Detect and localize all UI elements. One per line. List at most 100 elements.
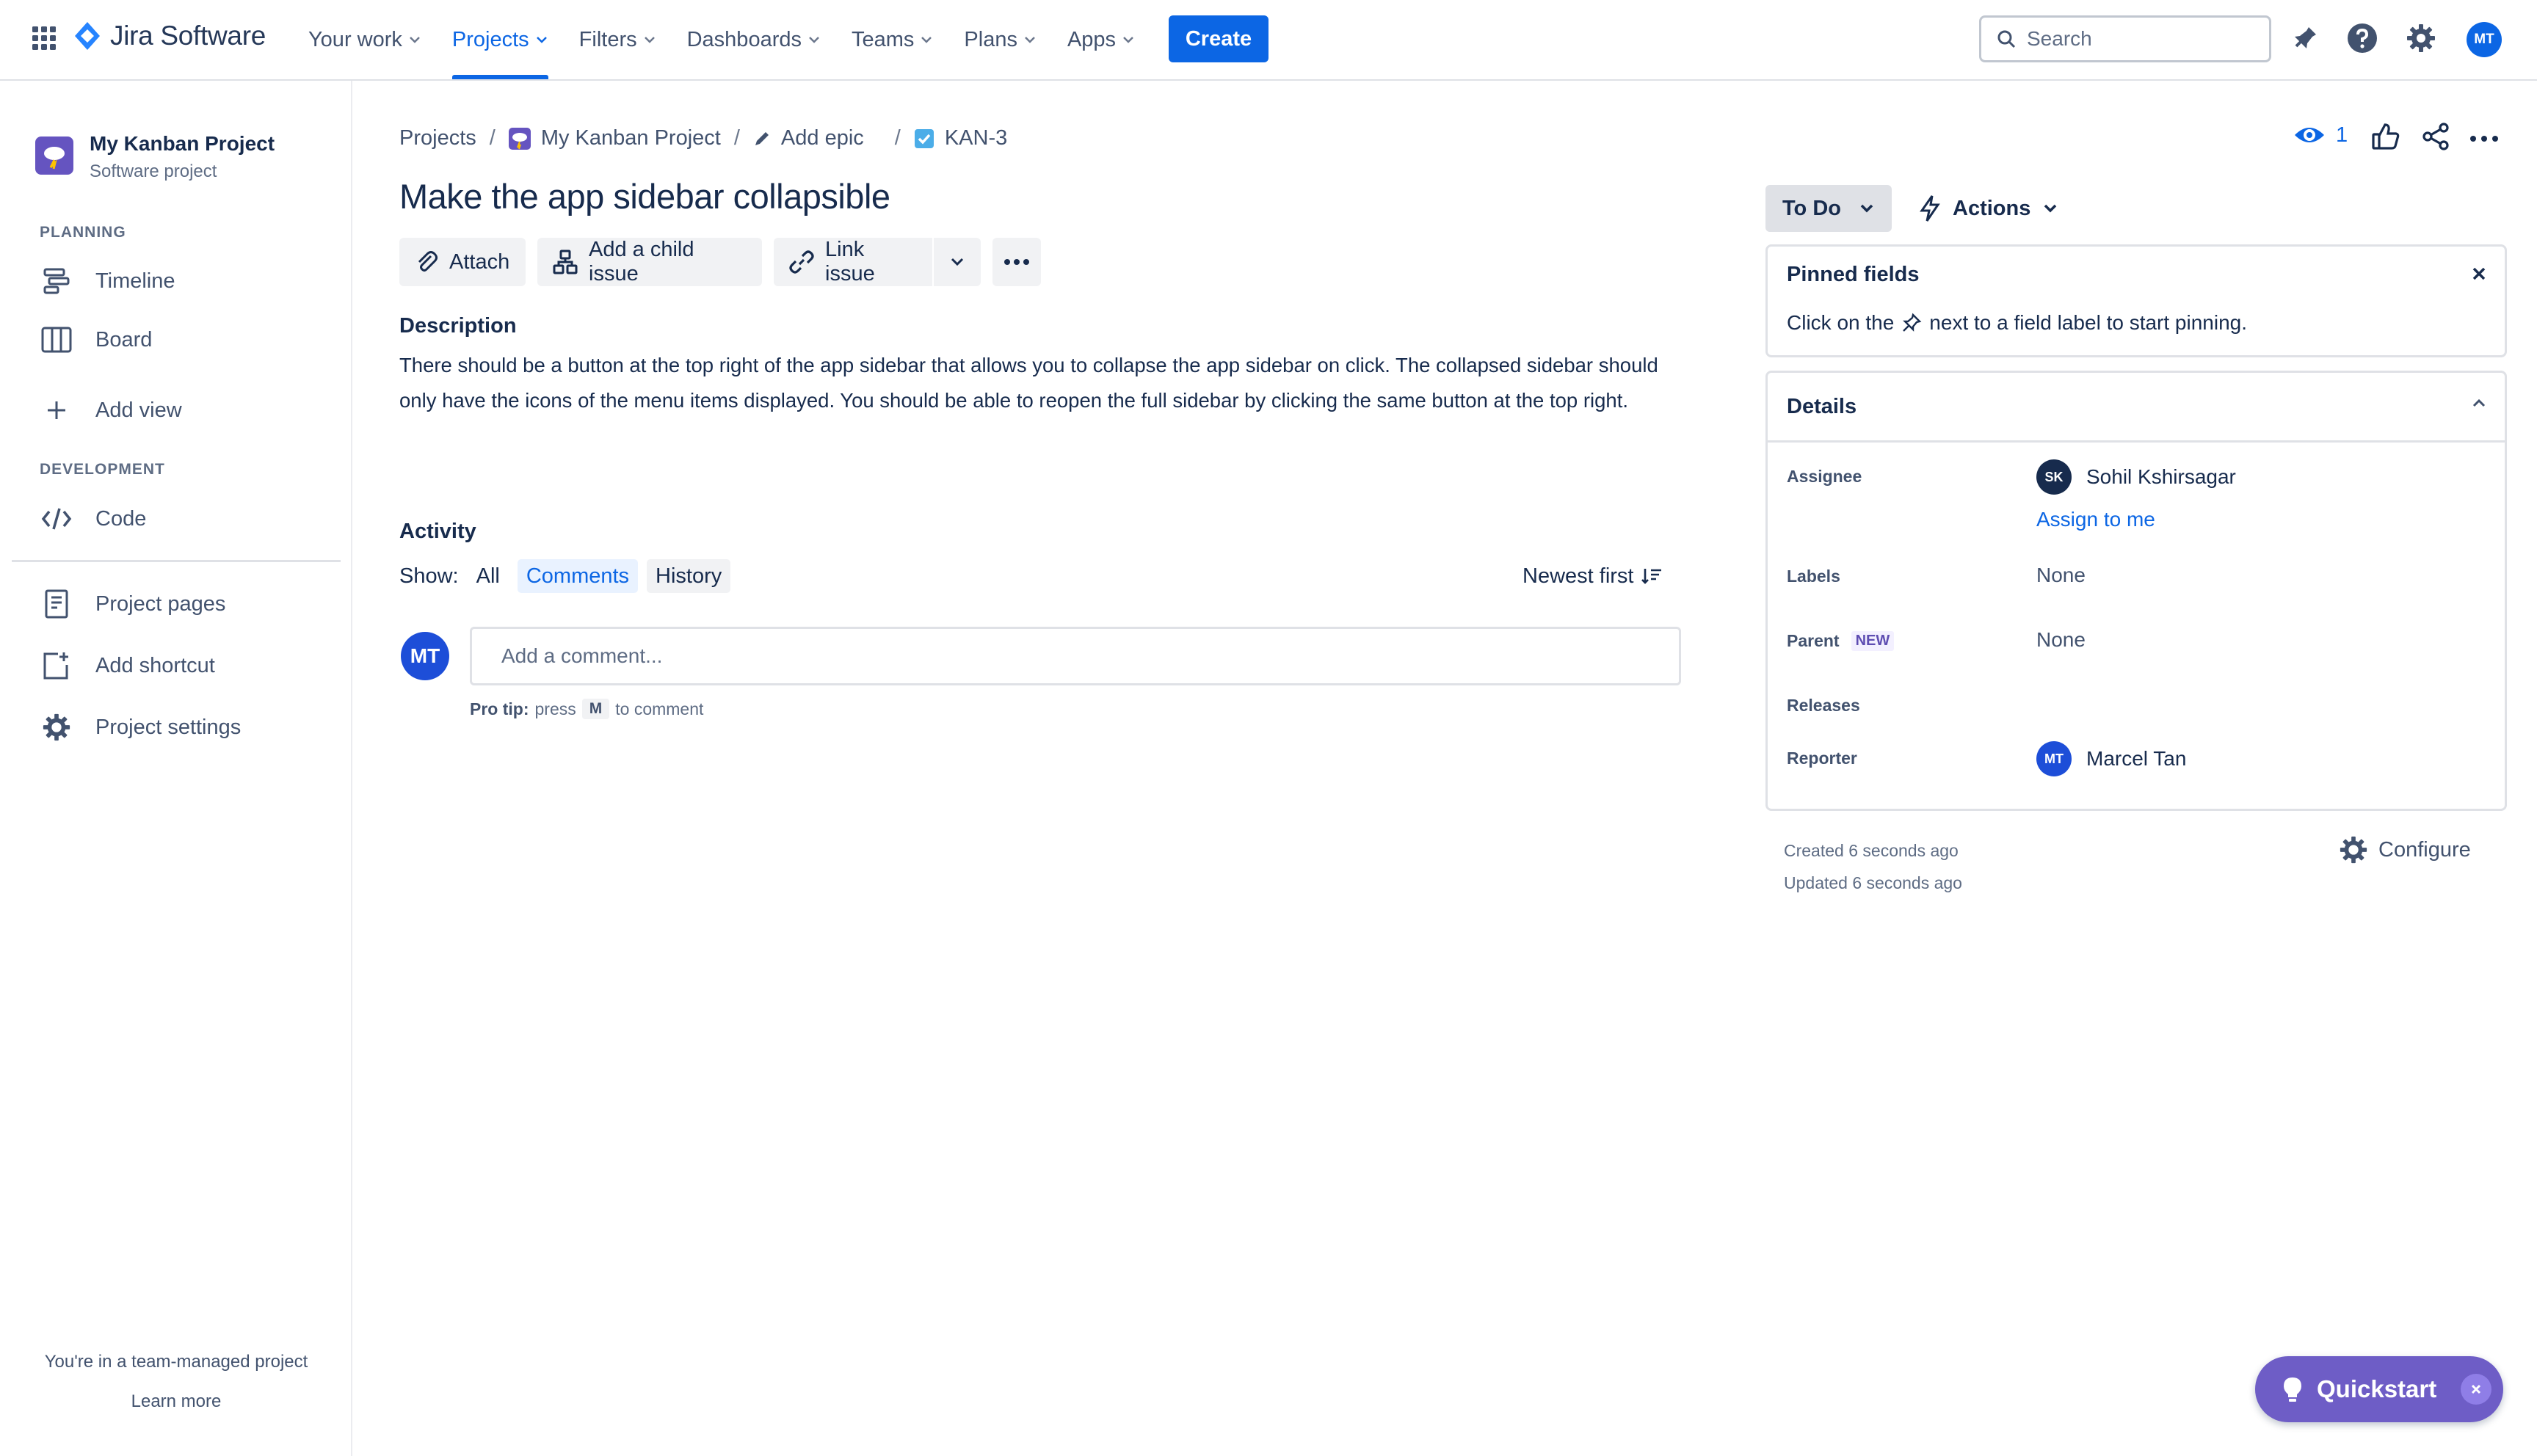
- sidebar-item-code[interactable]: Code: [40, 502, 146, 536]
- app-switcher-icon[interactable]: [29, 23, 59, 53]
- lightning-icon: [1919, 194, 1941, 222]
- filter-all[interactable]: All: [468, 559, 509, 593]
- breadcrumb-separator: /: [894, 126, 901, 150]
- chevron-down-icon: [1859, 203, 1875, 214]
- reporter-field[interactable]: MT Marcel Tan: [2036, 741, 2186, 776]
- add-child-issue-button[interactable]: Add a child issue: [537, 238, 762, 286]
- user-avatar[interactable]: MT: [2467, 22, 2502, 57]
- labels-field[interactable]: None: [2036, 564, 2086, 587]
- pin-icon: [1901, 313, 1922, 333]
- sort-newest-first-button[interactable]: Newest first: [1522, 559, 1663, 593]
- project-avatar-icon: [35, 136, 73, 175]
- plus-icon: [40, 393, 73, 427]
- sidebar-item-label: Board: [95, 327, 153, 352]
- more-actions-button[interactable]: [992, 238, 1041, 286]
- chevron-down-icon: [2042, 203, 2058, 214]
- jira-logo[interactable]: Jira Software: [73, 21, 266, 51]
- close-icon[interactable]: [2468, 263, 2490, 285]
- chevron-down-icon: [949, 257, 965, 267]
- description-heading: Description: [399, 314, 517, 338]
- top-navigation: Jira Software Your work Projects Filters…: [0, 0, 2537, 81]
- search-input[interactable]: Search: [1979, 15, 2271, 62]
- sidebar-item-timeline[interactable]: Timeline: [40, 264, 175, 298]
- nav-plans[interactable]: Plans: [964, 0, 1037, 79]
- thumbs-up-icon: [2371, 122, 2400, 151]
- pinned-fields-hint: Click on the next to a field label to st…: [1787, 311, 2248, 334]
- actions-dropdown[interactable]: Actions: [1919, 185, 2058, 232]
- details-heading[interactable]: Details: [1787, 395, 1857, 419]
- status-dropdown[interactable]: To Do: [1765, 185, 1892, 232]
- create-button[interactable]: Create: [1169, 15, 1268, 62]
- sidebar-divider: [12, 560, 341, 562]
- breadcrumb-projects[interactable]: Projects: [399, 126, 476, 150]
- child-issue-icon: [552, 249, 578, 275]
- nav-apps[interactable]: Apps: [1067, 0, 1135, 79]
- reporter-avatar: MT: [2036, 741, 2072, 776]
- nav-projects[interactable]: Projects: [451, 0, 548, 79]
- add-view-button[interactable]: Add view: [40, 393, 182, 427]
- page-icon: [40, 587, 73, 621]
- updated-timestamp: Updated 6 seconds ago: [1784, 873, 1962, 892]
- link-icon: [788, 249, 815, 275]
- breadcrumb-separator: /: [733, 126, 740, 150]
- assignee-field[interactable]: SK Sohil Kshirsagar: [2036, 459, 2236, 495]
- breadcrumb-issue-key[interactable]: KAN-3: [914, 126, 1007, 150]
- sidebar-item-project-pages[interactable]: Project pages: [40, 587, 225, 621]
- nav-dashboards[interactable]: Dashboards: [687, 0, 821, 79]
- add-shortcut-icon: [40, 649, 73, 682]
- board-icon: [40, 323, 73, 357]
- issue-more-button[interactable]: [2469, 135, 2499, 142]
- show-label: Show:: [399, 564, 459, 588]
- help-icon[interactable]: [2345, 21, 2380, 56]
- nav-filters[interactable]: Filters: [579, 0, 656, 79]
- description-text[interactable]: There should be a button at the top righ…: [399, 348, 1669, 418]
- link-issue-button[interactable]: Link issue: [774, 238, 932, 286]
- parent-field[interactable]: None: [2036, 628, 2086, 652]
- sidebar-item-board[interactable]: Board: [40, 323, 152, 357]
- chevron-up-icon[interactable]: [2471, 398, 2487, 408]
- pinned-fields-panel: Pinned fields Click on the next to a fie…: [1765, 244, 2507, 357]
- gear-icon: [40, 710, 73, 744]
- settings-gear-icon[interactable]: [2403, 21, 2439, 56]
- share-icon: [2421, 122, 2450, 151]
- search-placeholder: Search: [2027, 27, 2092, 50]
- filter-comments[interactable]: Comments: [517, 559, 639, 593]
- assign-to-me-link[interactable]: Assign to me: [2036, 508, 2155, 531]
- issue-title[interactable]: Make the app sidebar collapsible: [399, 176, 890, 216]
- quickstart-button[interactable]: Quickstart: [2255, 1356, 2503, 1422]
- breadcrumb: Projects / My Kanban Project / Add epic …: [399, 126, 1007, 150]
- nav-your-work[interactable]: Your work: [308, 0, 421, 79]
- sidebar-item-project-settings[interactable]: Project settings: [40, 710, 241, 744]
- configure-button[interactable]: Configure: [2339, 835, 2471, 864]
- breadcrumb-add-epic[interactable]: Add epic: [753, 126, 864, 150]
- nav-teams[interactable]: Teams: [852, 0, 933, 79]
- sidebar-item-add-shortcut[interactable]: Add shortcut: [40, 649, 215, 682]
- reporter-name: Marcel Tan: [2086, 747, 2187, 770]
- close-icon[interactable]: [2461, 1374, 2491, 1405]
- eye-icon: [2293, 122, 2326, 148]
- sidebar-item-label: Project pages: [95, 592, 226, 616]
- new-badge: NEW: [1851, 631, 1895, 651]
- notifications-bell-icon[interactable]: [2287, 21, 2323, 56]
- filter-history[interactable]: History: [647, 559, 731, 593]
- details-divider: [1768, 440, 2505, 443]
- sidebar-item-label: Code: [95, 506, 147, 531]
- attach-button[interactable]: Attach: [399, 238, 526, 286]
- link-issue-dropdown-button[interactable]: [934, 238, 981, 286]
- comment-input[interactable]: Add a comment...: [470, 627, 1681, 685]
- like-button[interactable]: [2371, 122, 2400, 151]
- project-header[interactable]: My Kanban Project Software project: [35, 132, 275, 182]
- planning-heading: PLANNING: [40, 224, 126, 241]
- sidebar-item-label: Timeline: [95, 269, 175, 293]
- project-sidebar: My Kanban Project Software project PLANN…: [0, 81, 352, 1456]
- task-checkbox-icon: [914, 128, 934, 149]
- assignee-avatar: SK: [2036, 459, 2072, 495]
- watch-button[interactable]: 1: [2293, 122, 2348, 148]
- learn-more-link[interactable]: Learn more: [0, 1391, 352, 1412]
- share-button[interactable]: [2421, 122, 2450, 151]
- lightbulb-icon: [2282, 1376, 2304, 1402]
- breadcrumb-project[interactable]: My Kanban Project: [508, 126, 721, 150]
- sidebar-item-label: Project settings: [95, 715, 242, 739]
- team-managed-notice: You're in a team-managed project: [44, 1352, 308, 1372]
- watch-count: 1: [2336, 123, 2348, 147]
